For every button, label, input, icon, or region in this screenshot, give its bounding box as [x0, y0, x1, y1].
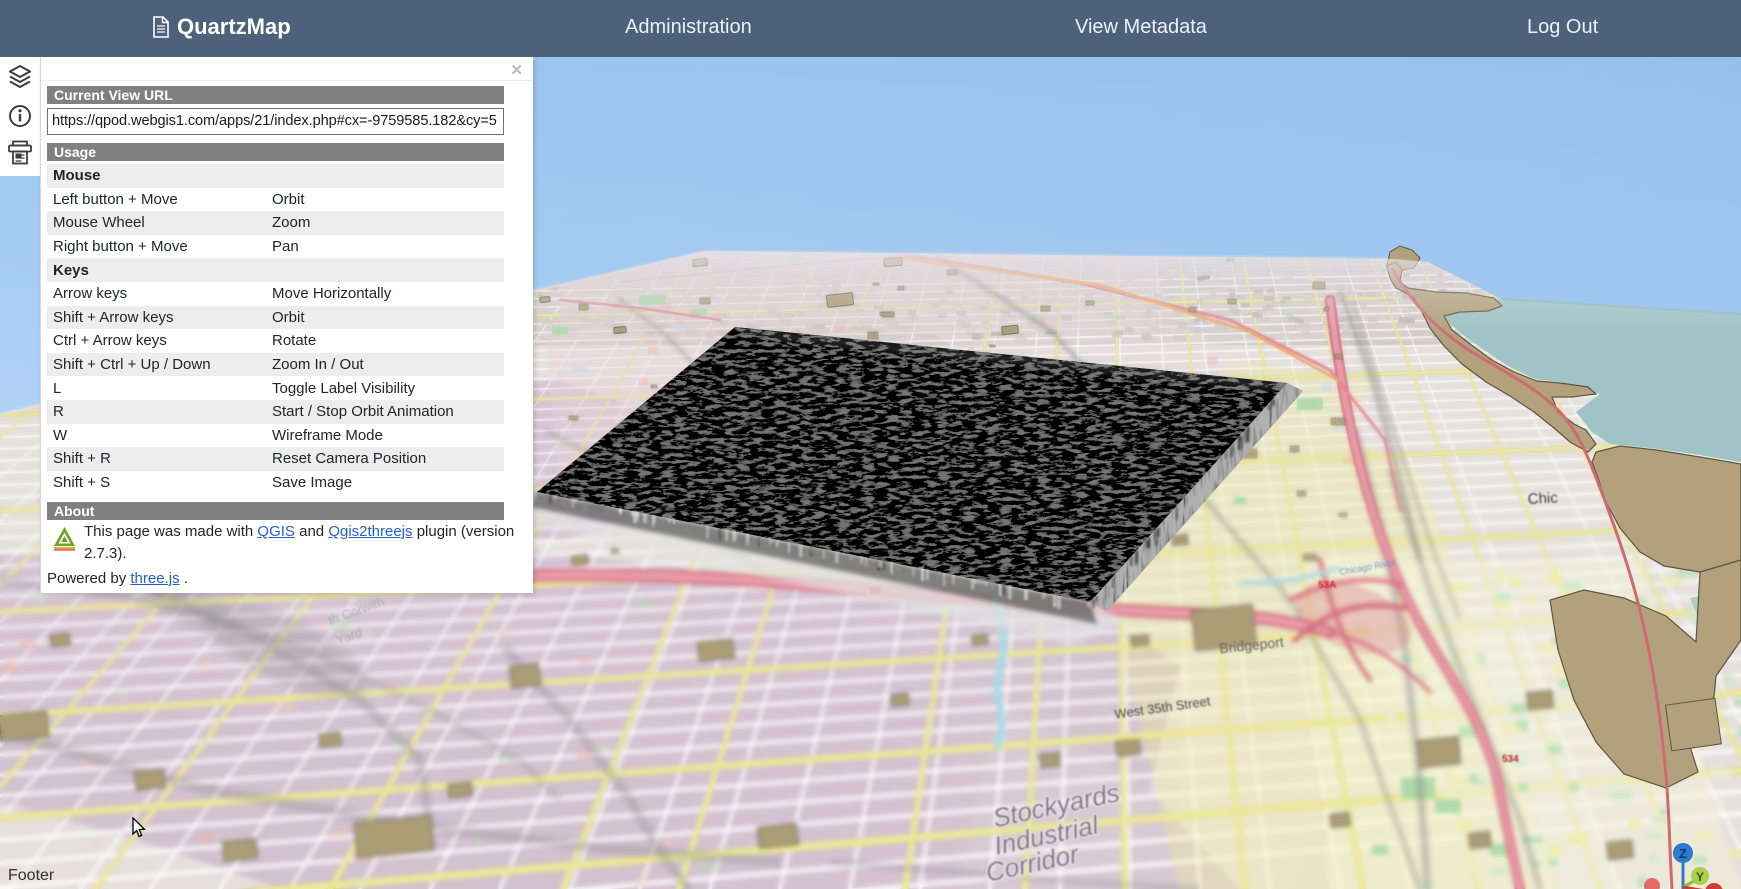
- svg-text:Z: Z: [1679, 846, 1687, 861]
- svg-text:Chic: Chic: [1527, 489, 1558, 508]
- svg-text:53A: 53A: [1318, 580, 1336, 591]
- svg-text:534: 534: [1502, 754, 1519, 765]
- svg-text:Y: Y: [1696, 870, 1704, 884]
